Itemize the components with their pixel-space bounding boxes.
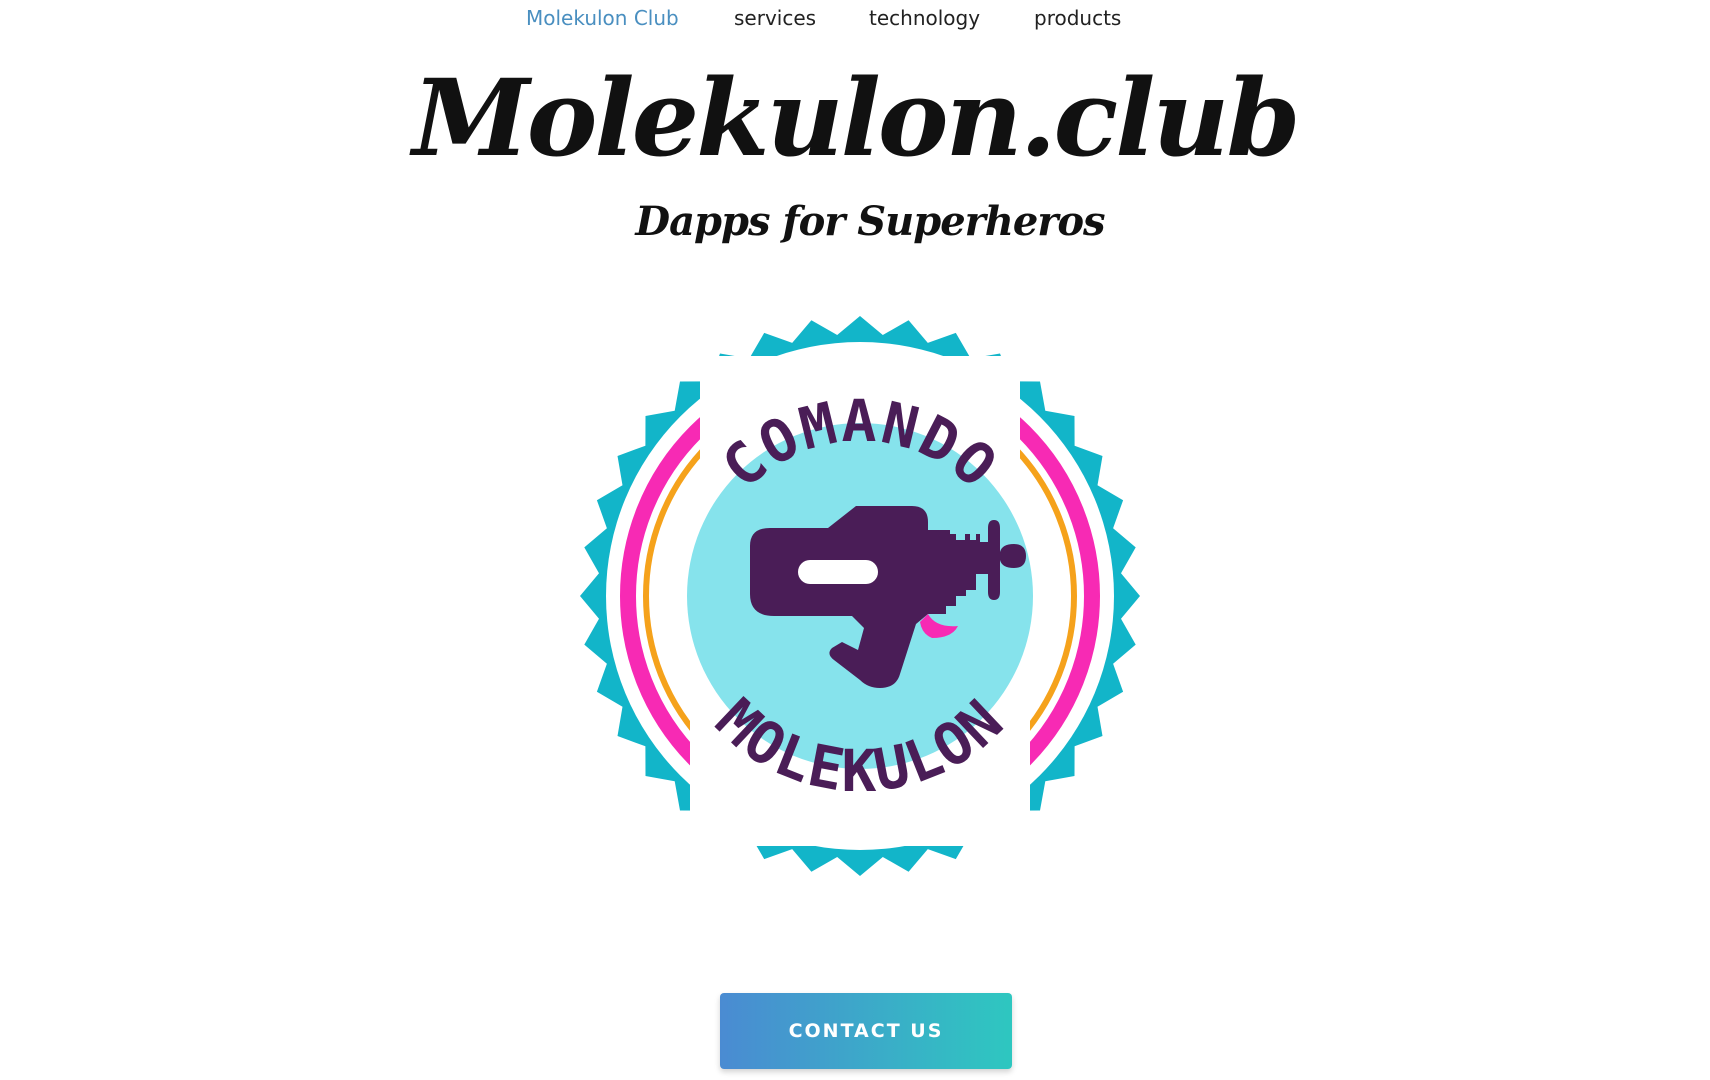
nav-item-molekulon-club[interactable]: Molekulon Club xyxy=(526,6,679,30)
comando-molekulon-badge: COMANDO MOLEKULON xyxy=(580,316,1140,876)
hero-title: Molekulon.club xyxy=(412,55,1300,180)
nav-item-products[interactable]: products xyxy=(1034,6,1121,30)
hero-subtitle: Dapps for Superheros xyxy=(635,198,1105,245)
top-nav: Molekulon Club services technology produ… xyxy=(0,0,1710,40)
contact-us-button[interactable]: CONTACT US xyxy=(720,993,1012,1069)
page: Molekulon Club services technology produ… xyxy=(0,0,1710,1080)
nav-item-services[interactable]: services xyxy=(734,6,816,30)
nav-item-technology[interactable]: technology xyxy=(869,6,980,30)
